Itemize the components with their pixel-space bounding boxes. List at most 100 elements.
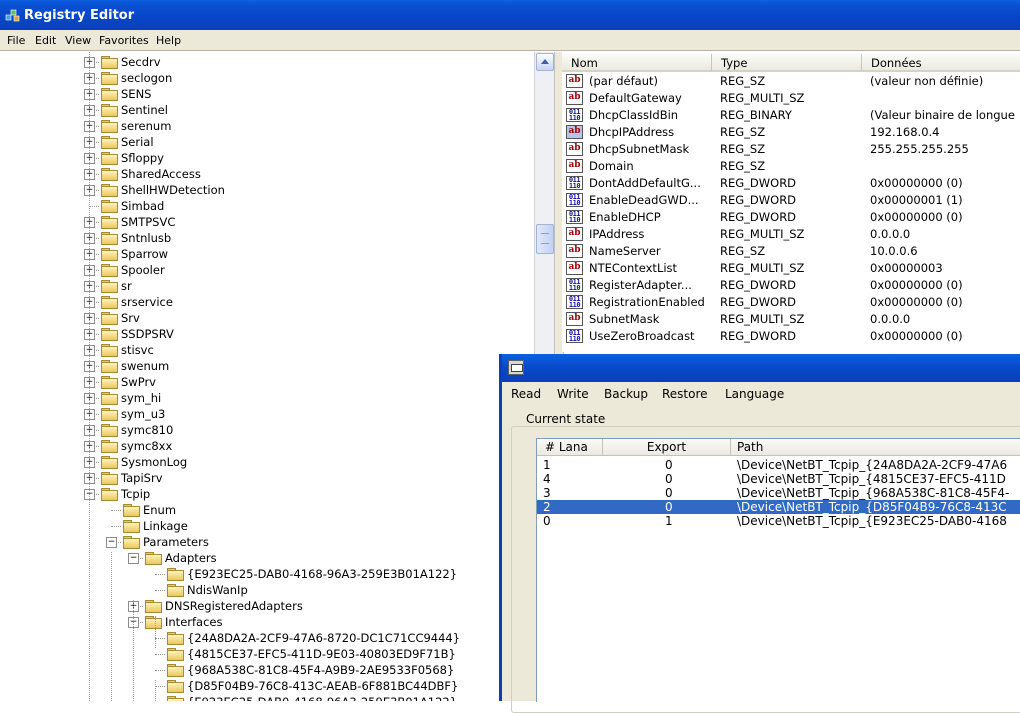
tree-node-label[interactable]: Parameters [143, 534, 209, 550]
tree-node-label[interactable]: {D85F04B9-76C8-413C-AEAB-6F881BC44DBF} [187, 678, 458, 694]
value-type: REG_MULTI_SZ [720, 312, 805, 326]
tree-node-label[interactable]: TapiSrv [121, 470, 163, 486]
tree-node-label[interactable]: Serial [121, 134, 154, 150]
tree-node-label[interactable]: seclogon [121, 70, 172, 86]
menu-view[interactable]: View [65, 34, 91, 47]
collapse-icon[interactable]: − [106, 537, 117, 548]
value-row[interactable]: ab DefaultGateway REG_MULTI_SZ [566, 90, 1020, 107]
column-header-data[interactable]: Données [862, 54, 1020, 72]
value-row[interactable]: 011 110 RegistrationEnabled REG_DWORD 0x0000… [566, 294, 1020, 311]
value-row[interactable]: ab (par défaut) REG_SZ (valeur non définie) [566, 73, 1020, 90]
value-row[interactable]: ab Domain REG_SZ [566, 158, 1020, 175]
dialog-menu-restore[interactable]: Restore [662, 387, 708, 401]
column-header-export[interactable]: Export [603, 439, 731, 456]
tree-node-label[interactable]: sym_u3 [121, 406, 165, 422]
values-list[interactable]: Nom Type Données ab (par défaut) REG_SZ (va… [562, 52, 1020, 352]
column-header-lana[interactable]: # Lana [537, 439, 603, 456]
tree-node-label[interactable]: ShellHWDetection [121, 182, 225, 198]
folder-icon [101, 328, 118, 341]
value-row[interactable]: ab NTEContextList REG_MULTI_SZ 0x00000003 [566, 260, 1020, 277]
folder-icon [167, 568, 184, 581]
tree-node-label[interactable]: SSDPSRV [121, 326, 174, 342]
value-row[interactable]: 011 110 EnableDeadGWD... REG_DWORD 0x0000000… [566, 192, 1020, 209]
tree-node-label[interactable]: Secdrv [121, 54, 161, 70]
dialog-menu-write[interactable]: Write [557, 387, 589, 401]
lana-table[interactable]: # Lana Export Path 1 0 \Device\NetBT_Tcpip… [536, 438, 1020, 702]
tree-node-label[interactable]: SENS [121, 86, 151, 102]
menu-file[interactable]: File [7, 34, 25, 47]
value-row[interactable]: ab DhcpSubnetMask REG_SZ 255.255.255.255 [566, 141, 1020, 158]
tree-node-label[interactable]: Sfloppy [121, 150, 164, 166]
value-row[interactable]: 011 110 EnableDHCP REG_DWORD 0x00000000 (0) [566, 209, 1020, 226]
dialog-menu-bar: Read Write Backup Restore Language [502, 382, 1020, 404]
value-row[interactable]: 011 110 RegisterAdapter... REG_DWORD 0x00000… [566, 277, 1020, 294]
tree-connector [111, 526, 121, 527]
collapse-icon[interactable]: − [128, 553, 139, 564]
tree-node-label[interactable]: Enum [143, 502, 176, 518]
value-row[interactable]: ab SubnetMask REG_MULTI_SZ 0.0.0.0 [566, 311, 1020, 328]
folder-icon [101, 264, 118, 277]
folder-icon [167, 648, 184, 661]
value-row[interactable]: ab IPAddress REG_MULTI_SZ 0.0.0.0 [566, 226, 1020, 243]
tree-node-label[interactable]: serenum [121, 118, 171, 134]
tree-node-label[interactable]: Spooler [121, 262, 165, 278]
tree-node-label[interactable]: sr [121, 278, 132, 294]
registry-tree[interactable]: + Secdrv + seclogon + SENS + Sentinel + serenum + S… [0, 52, 534, 701]
export-value: 0 [665, 486, 673, 500]
value-type: REG_DWORD [720, 176, 797, 190]
tree-node-label[interactable]: stisvc [121, 342, 154, 358]
title-bar[interactable]: Registry Editor [0, 0, 1020, 30]
dialog-title-bar[interactable] [502, 354, 1020, 382]
menu-favorites[interactable]: Favorites [99, 34, 149, 47]
tree-node-label[interactable]: Linkage [143, 518, 188, 534]
tree-node-label[interactable]: Tcpip [121, 486, 150, 502]
value-name: DefaultGateway [589, 91, 682, 105]
tree-node-label[interactable]: Sparrow [121, 246, 168, 262]
tree-node-label[interactable]: Sentinel [121, 102, 168, 118]
tree-node-label[interactable]: {E923EC25-DAB0-4168-96A3-259E3B01A122} [187, 566, 457, 582]
value-row[interactable]: ab NameServer REG_SZ 10.0.0.6 [566, 243, 1020, 260]
scroll-thumb[interactable] [536, 224, 554, 254]
dialog-menu-backup[interactable]: Backup [604, 387, 648, 401]
tree-node-label[interactable]: Adapters [165, 550, 217, 566]
tree-node-label[interactable]: SharedAccess [121, 166, 201, 182]
tree-node-label[interactable]: symc8xx [121, 438, 172, 454]
value-row[interactable]: 011 110 UseZeroBroadcast REG_DWORD 0x0000000… [566, 328, 1020, 345]
lana-row[interactable]: 3 0 \Device\NetBT_Tcpip_{968A538C-81C8-45F… [537, 486, 1020, 500]
column-header-path[interactable]: Path [731, 439, 1020, 456]
folder-icon [101, 376, 118, 389]
tree-node-label[interactable]: srservice [121, 294, 173, 310]
tree-node-label[interactable]: SwPrv [121, 374, 156, 390]
current-state-label: Current state [524, 412, 608, 426]
lana-row-selected[interactable]: 2 0 \Device\NetBT_Tcpip_{D85F04B9-76C8-413… [537, 500, 1020, 514]
value-row[interactable]: 011 110 DhcpClassIdBin REG_BINARY (Valeur bi… [566, 107, 1020, 124]
value-data: 255.255.255.255 [870, 142, 969, 156]
lana-row[interactable]: 1 0 \Device\NetBT_Tcpip_{24A8DA2A-2CF9-47A… [537, 458, 1020, 472]
lana-row[interactable]: 4 0 \Device\NetBT_Tcpip_{4815CE37-EFC5-411… [537, 472, 1020, 486]
tree-node-label[interactable]: Simbad [121, 198, 164, 214]
menu-edit[interactable]: Edit [35, 34, 56, 47]
menu-help[interactable]: Help [156, 34, 181, 47]
tree-node-label[interactable]: Interfaces [165, 614, 222, 630]
tree-node-label[interactable]: {968A538C-81C8-45F4-A9B9-2AE9533F0568} [187, 662, 454, 678]
tree-node-label[interactable]: SMTPSVC [121, 214, 175, 230]
dialog-menu-language[interactable]: Language [725, 387, 784, 401]
tree-node-label[interactable]: {24A8DA2A-2CF9-47A6-8720-DC1C71CC9444} [187, 630, 460, 646]
tree-node-label[interactable]: symc810 [121, 422, 173, 438]
scroll-up-arrow-icon[interactable] [536, 53, 554, 71]
tree-node-label[interactable]: NdisWanIp [187, 582, 248, 598]
tree-node-label[interactable]: DNSRegisteredAdapters [165, 598, 303, 614]
value-row[interactable]: ab DhcpIPAddress REG_SZ 192.168.0.4 [566, 124, 1020, 141]
tree-node-label[interactable]: swenum [121, 358, 169, 374]
lana-row[interactable]: 0 1 \Device\NetBT_Tcpip_{E923EC25-DAB0-416… [537, 514, 1020, 528]
tree-node-label[interactable]: SysmonLog [121, 454, 187, 470]
tree-node-label[interactable]: Srv [121, 310, 140, 326]
column-header-type[interactable]: Type [712, 54, 862, 72]
dialog-menu-read[interactable]: Read [511, 387, 541, 401]
tree-node-label[interactable]: Sntnlusb [121, 230, 171, 246]
value-row[interactable]: 011 110 DontAddDefaultG... REG_DWORD 0x00000… [566, 175, 1020, 192]
tree-node-label[interactable]: sym_hi [121, 390, 161, 406]
tree-node-label[interactable]: {4815CE37-EFC5-411D-9E03-40803ED9F71B} [187, 646, 456, 662]
column-header-name[interactable]: Nom [562, 54, 712, 72]
tree-node-label[interactable]: {E923EC25-DAB0-4168-96A3-259E3B01A122} [187, 694, 457, 701]
